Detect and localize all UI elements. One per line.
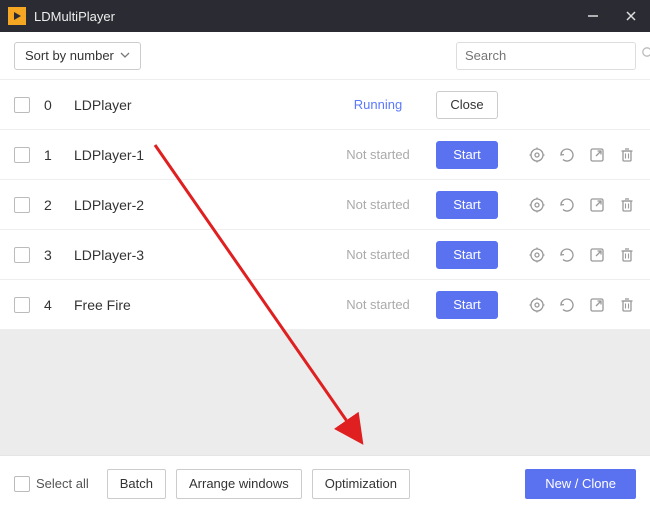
minimize-button[interactable] bbox=[574, 0, 612, 32]
instance-index: 4 bbox=[44, 297, 62, 313]
backup-icon[interactable] bbox=[558, 196, 576, 214]
instance-name: Free Fire bbox=[74, 297, 328, 313]
instance-status: Not started bbox=[328, 147, 428, 162]
instance-status: Not started bbox=[328, 297, 428, 312]
instance-status: Not started bbox=[328, 197, 428, 212]
chevron-down-icon bbox=[120, 48, 130, 63]
instance-action-button[interactable]: Start bbox=[436, 291, 498, 319]
instance-action-button[interactable]: Start bbox=[436, 191, 498, 219]
instance-action-button[interactable]: Close bbox=[436, 91, 498, 119]
delete-icon[interactable] bbox=[618, 196, 636, 214]
instance-name: LDPlayer-3 bbox=[74, 247, 328, 263]
settings-icon[interactable] bbox=[528, 146, 546, 164]
instance-status: Not started bbox=[328, 247, 428, 262]
instance-list: 0 LDPlayer Running Close 1 LDPlayer-1 No… bbox=[0, 80, 650, 330]
search-icon bbox=[641, 46, 650, 65]
row-checkbox[interactable] bbox=[14, 297, 30, 313]
instance-row: 1 LDPlayer-1 Not started Start bbox=[0, 130, 650, 180]
instance-index: 2 bbox=[44, 197, 62, 213]
shortcut-icon[interactable] bbox=[588, 196, 606, 214]
backup-icon[interactable] bbox=[558, 246, 576, 264]
instance-name: LDPlayer-2 bbox=[74, 197, 328, 213]
instance-name: LDPlayer-1 bbox=[74, 147, 328, 163]
shortcut-icon[interactable] bbox=[588, 246, 606, 264]
row-checkbox[interactable] bbox=[14, 247, 30, 263]
row-checkbox[interactable] bbox=[14, 147, 30, 163]
instance-row: 4 Free Fire Not started Start bbox=[0, 280, 650, 330]
toolbar: Sort by number bbox=[0, 32, 650, 80]
settings-icon[interactable] bbox=[528, 296, 546, 314]
app-window: LDMultiPlayer Sort by number 0 LDPlayer … bbox=[0, 0, 650, 511]
instance-action-button[interactable]: Start bbox=[436, 241, 498, 269]
row-checkbox[interactable] bbox=[14, 97, 30, 113]
window-title: LDMultiPlayer bbox=[34, 9, 115, 24]
row-icons bbox=[524, 146, 636, 164]
select-all[interactable]: Select all bbox=[14, 476, 89, 492]
search-input[interactable] bbox=[465, 48, 641, 63]
instance-status: Running bbox=[328, 97, 428, 112]
instance-name: LDPlayer bbox=[74, 97, 328, 113]
sort-label: Sort by number bbox=[25, 48, 114, 63]
optimization-button[interactable]: Optimization bbox=[312, 469, 410, 499]
titlebar: LDMultiPlayer bbox=[0, 0, 650, 32]
row-icons bbox=[524, 246, 636, 264]
instance-action-button[interactable]: Start bbox=[436, 141, 498, 169]
new-clone-button[interactable]: New / Clone bbox=[525, 469, 636, 499]
close-window-button[interactable] bbox=[612, 0, 650, 32]
instance-index: 1 bbox=[44, 147, 62, 163]
empty-area bbox=[0, 330, 650, 455]
row-checkbox[interactable] bbox=[14, 197, 30, 213]
row-icons bbox=[524, 296, 636, 314]
search-box[interactable] bbox=[456, 42, 636, 70]
instance-index: 3 bbox=[44, 247, 62, 263]
batch-button[interactable]: Batch bbox=[107, 469, 166, 499]
select-all-checkbox[interactable] bbox=[14, 476, 30, 492]
shortcut-icon[interactable] bbox=[588, 146, 606, 164]
app-logo-icon bbox=[8, 7, 26, 25]
backup-icon[interactable] bbox=[558, 296, 576, 314]
instance-row: 0 LDPlayer Running Close bbox=[0, 80, 650, 130]
arrange-windows-button[interactable]: Arrange windows bbox=[176, 469, 302, 499]
footer: Select all Batch Arrange windows Optimiz… bbox=[0, 455, 650, 511]
select-all-label: Select all bbox=[36, 476, 89, 491]
settings-icon[interactable] bbox=[528, 196, 546, 214]
instance-row: 3 LDPlayer-3 Not started Start bbox=[0, 230, 650, 280]
instance-index: 0 bbox=[44, 97, 62, 113]
settings-icon[interactable] bbox=[528, 246, 546, 264]
shortcut-icon[interactable] bbox=[588, 296, 606, 314]
sort-dropdown[interactable]: Sort by number bbox=[14, 42, 141, 70]
delete-icon[interactable] bbox=[618, 296, 636, 314]
row-icons bbox=[524, 196, 636, 214]
instance-row: 2 LDPlayer-2 Not started Start bbox=[0, 180, 650, 230]
delete-icon[interactable] bbox=[618, 146, 636, 164]
delete-icon[interactable] bbox=[618, 246, 636, 264]
backup-icon[interactable] bbox=[558, 146, 576, 164]
